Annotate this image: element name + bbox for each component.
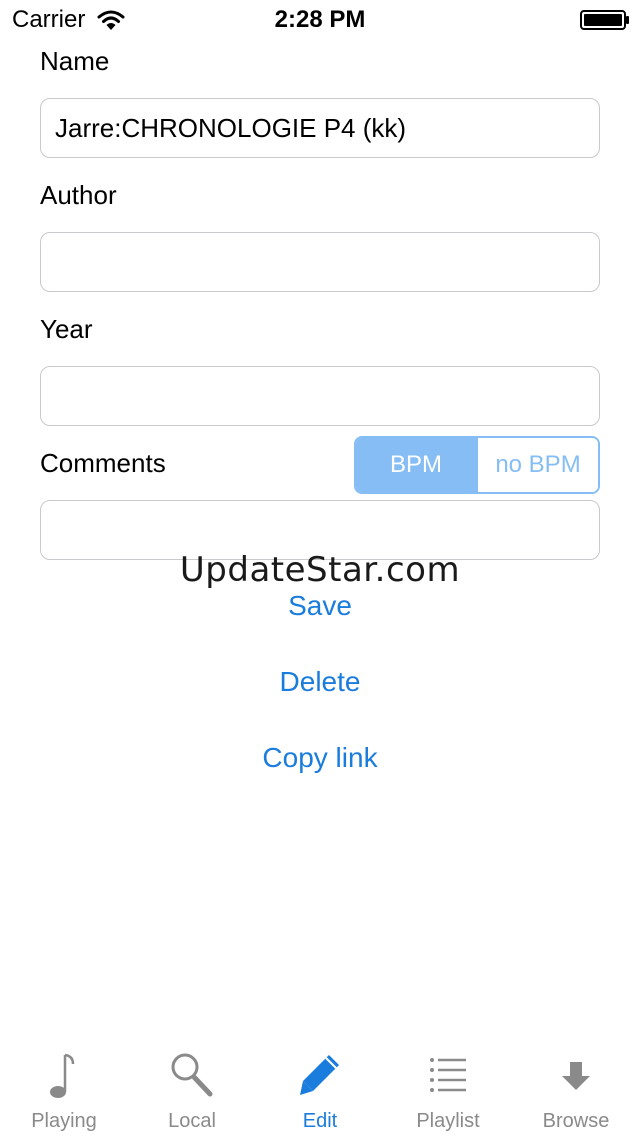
delete-button[interactable]: Delete xyxy=(0,666,640,698)
year-label: Year xyxy=(40,314,93,344)
music-note-icon xyxy=(50,1053,75,1098)
save-button[interactable]: Save xyxy=(0,590,640,622)
status-bar: Carrier 2:28 PM xyxy=(0,0,640,40)
search-icon xyxy=(171,1053,213,1097)
copy-link-button[interactable]: Copy link xyxy=(0,742,640,774)
tab-playing[interactable]: Playing xyxy=(0,1040,128,1136)
tab-bar: Playing Local Edit Playlist Browse xyxy=(0,1040,640,1136)
tab-local[interactable]: Local xyxy=(128,1040,256,1136)
year-field[interactable] xyxy=(40,366,600,426)
comments-label: Comments xyxy=(40,448,166,478)
tab-edit[interactable]: Edit xyxy=(256,1040,384,1136)
battery-icon xyxy=(580,10,629,30)
list-icon xyxy=(430,1058,466,1092)
name-label: Name xyxy=(40,46,110,76)
tab-local-label: Local xyxy=(168,1110,216,1132)
bpm-segmented-control: BPM no BPM xyxy=(354,436,600,494)
bpm-segment[interactable]: BPM xyxy=(356,438,476,492)
name-field[interactable] xyxy=(40,98,600,158)
tab-browse[interactable]: Browse xyxy=(512,1040,640,1136)
author-field[interactable] xyxy=(40,232,600,292)
tab-playing-label: Playing xyxy=(31,1110,97,1132)
tab-playlist-label: Playlist xyxy=(416,1110,480,1132)
tab-edit-label: Edit xyxy=(302,1110,338,1132)
watermark: UpdateStar.com xyxy=(179,550,461,590)
pencil-icon xyxy=(300,1055,339,1095)
tab-browse-label: Browse xyxy=(542,1110,610,1132)
status-time: 2:28 PM xyxy=(274,6,366,33)
tab-playlist[interactable]: Playlist xyxy=(384,1040,512,1136)
author-label: Author xyxy=(40,180,117,210)
download-arrow-icon xyxy=(562,1062,590,1090)
no-bpm-segment[interactable]: no BPM xyxy=(476,438,598,492)
